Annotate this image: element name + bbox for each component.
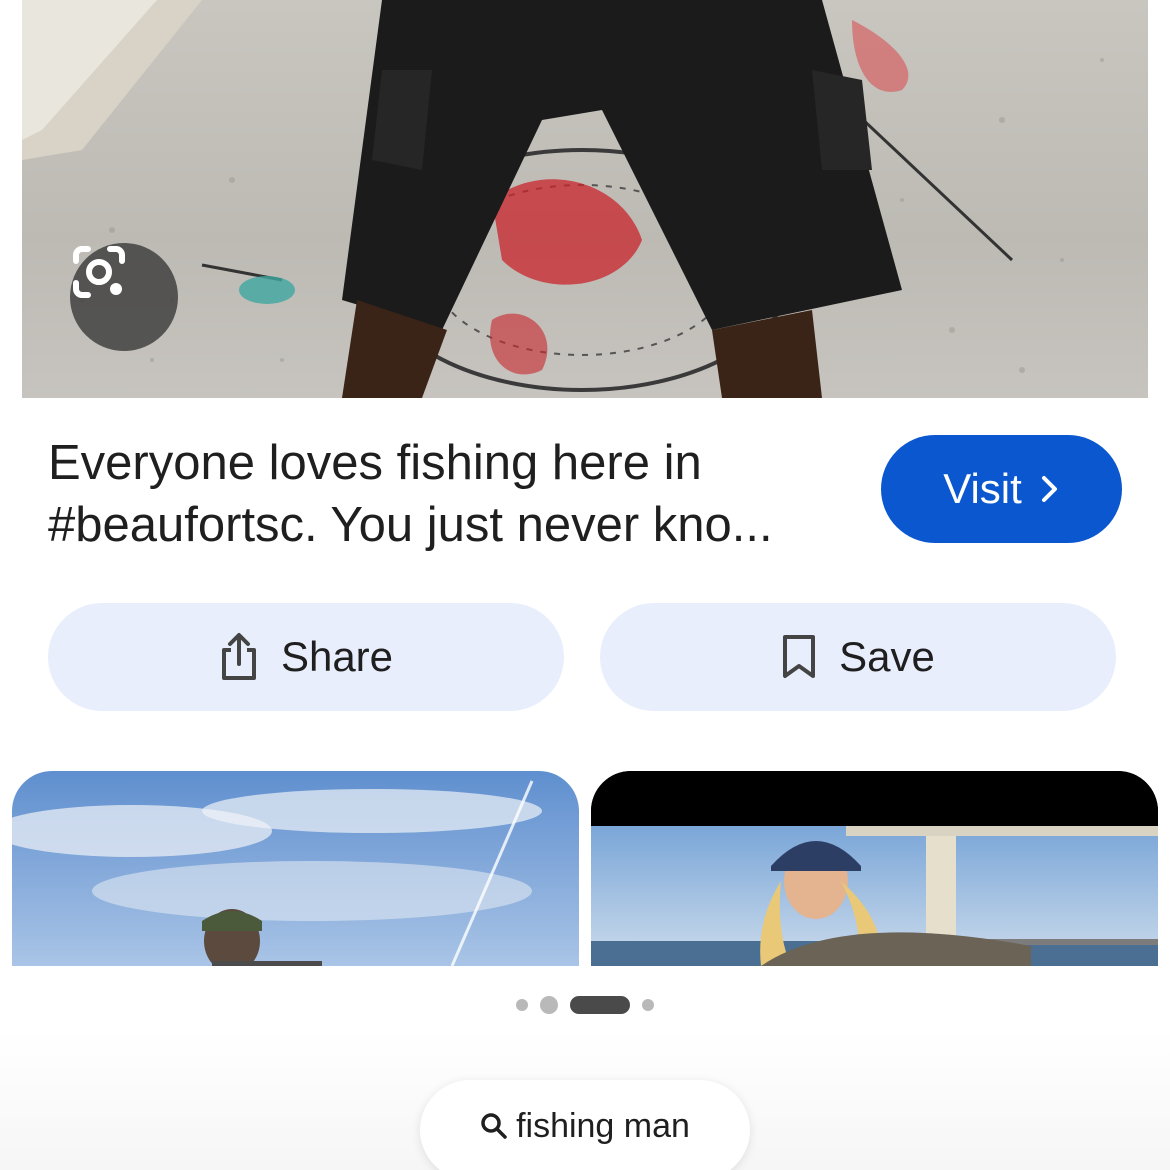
visit-label: Visit (943, 465, 1022, 512)
save-label: Save (839, 633, 935, 680)
related-image-1[interactable] (12, 771, 579, 966)
carousel-pager (0, 996, 1170, 1014)
share-button[interactable]: Share (48, 603, 564, 711)
result-image[interactable] (22, 0, 1148, 398)
pager-dot (642, 999, 654, 1011)
google-lens-button[interactable] (70, 243, 178, 351)
chevron-right-icon (1041, 476, 1057, 502)
share-label: Share (280, 633, 394, 680)
visit-button[interactable]: Visit (881, 435, 1122, 543)
search-icon (481, 1113, 507, 1139)
pager-dot (516, 999, 528, 1011)
google-lens-icon (73, 246, 125, 298)
result-caption: Everyone loves fishing here in #beaufort… (48, 436, 773, 552)
image-result-page: Everyone loves fishing here in #beaufort… (0, 0, 1170, 1170)
share-icon (221, 633, 256, 680)
bookmark-icon (783, 635, 816, 678)
search-chip-label: fishing man (516, 1106, 690, 1145)
related-image-2[interactable] (591, 771, 1158, 966)
pager-dot (540, 996, 558, 1014)
pager-dot-active (570, 996, 630, 1014)
save-button[interactable]: Save (600, 603, 1116, 711)
search-chip[interactable]: fishing man (420, 1080, 750, 1170)
